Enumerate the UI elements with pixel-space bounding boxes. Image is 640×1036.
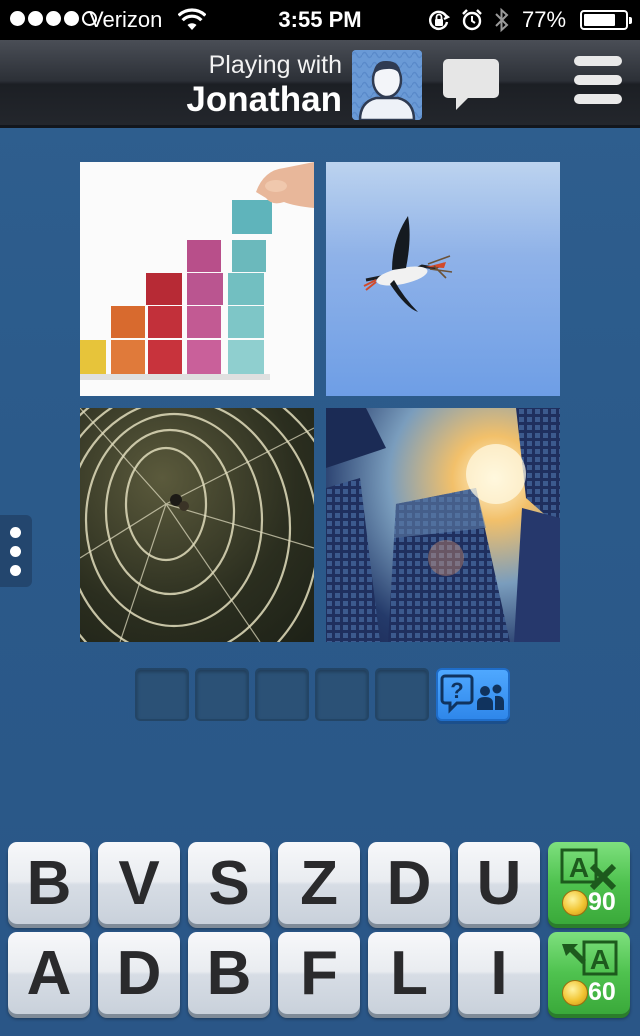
status-bar: Verizon 3:55 PM 77%: [0, 0, 640, 40]
letter-key[interactable]: F: [278, 932, 360, 1014]
svg-text:A: A: [569, 852, 589, 883]
letter-key[interactable]: U: [458, 842, 540, 924]
bluetooth-icon: [495, 7, 509, 33]
question-people-icon: ?: [440, 674, 504, 714]
alarm-clock-icon: [462, 9, 482, 31]
letter-key[interactable]: S: [188, 842, 270, 924]
coin-icon: [562, 980, 588, 1006]
skyscraper-photo: [326, 408, 560, 642]
svg-text:A: A: [590, 944, 610, 975]
reveal-letter-icon: A: [562, 940, 618, 976]
side-drawer-handle[interactable]: [0, 515, 32, 587]
stork-photo: [326, 162, 560, 396]
remove-letters-button[interactable]: A 90: [548, 842, 630, 924]
user-avatar-icon[interactable]: [352, 50, 422, 120]
battery-icon: [580, 10, 632, 30]
letter-key[interactable]: V: [98, 842, 180, 924]
letter-key[interactable]: A: [8, 932, 90, 1014]
header-bar: Playing with Jonathan: [0, 40, 640, 128]
chat-bubble-icon[interactable]: [442, 57, 500, 113]
ask-friends-hint-button[interactable]: ?: [436, 668, 510, 721]
remove-letters-cost: 90: [588, 888, 616, 916]
colored-blocks-photo: [80, 162, 314, 396]
menu-icon[interactable]: [574, 56, 622, 110]
rotation-lock-icon: [429, 10, 451, 30]
letter-key[interactable]: D: [98, 932, 180, 1014]
answer-slot-3[interactable]: [255, 668, 309, 721]
letter-key[interactable]: Z: [278, 842, 360, 924]
letter-key[interactable]: B: [8, 842, 90, 924]
opponent-name: Jonathan: [186, 80, 342, 119]
answer-slot-4[interactable]: [315, 668, 369, 721]
svg-text:?: ?: [450, 678, 463, 703]
letter-key[interactable]: L: [368, 932, 450, 1014]
answer-slot-5[interactable]: [375, 668, 429, 721]
letter-key[interactable]: B: [188, 932, 270, 1014]
letter-key[interactable]: D: [368, 842, 450, 924]
spider-web-photo: [80, 408, 314, 642]
battery-percentage: 77%: [522, 7, 567, 32]
answer-slot-1[interactable]: [135, 668, 189, 721]
answer-slot-2[interactable]: [195, 668, 249, 721]
playing-with-label: Playing with: [208, 51, 342, 79]
remove-letter-icon: A: [560, 848, 617, 890]
coin-icon: [562, 890, 588, 916]
letter-key[interactable]: I: [458, 932, 540, 1014]
reveal-letter-button[interactable]: A 60: [548, 932, 630, 1014]
reveal-letter-cost: 60: [588, 978, 616, 1006]
